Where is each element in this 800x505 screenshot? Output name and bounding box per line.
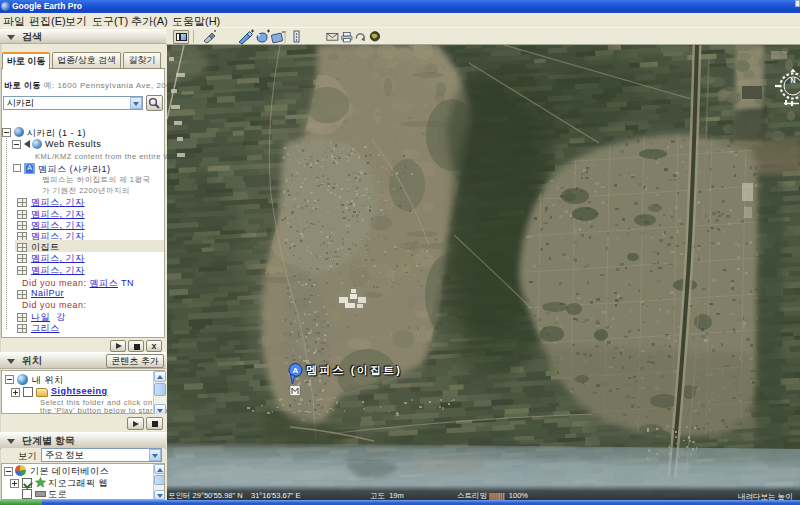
svg-text:A: A xyxy=(293,366,299,375)
svg-text:N: N xyxy=(790,77,795,84)
